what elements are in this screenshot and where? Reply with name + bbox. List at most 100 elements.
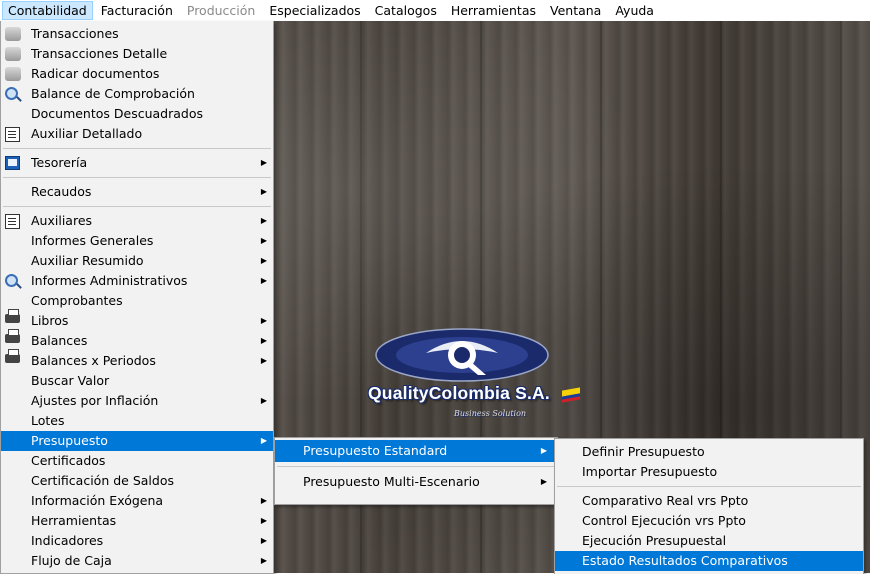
submenu-arrow-icon: ▶ [260,516,267,525]
menu-item-label: Recaudos [31,184,92,199]
menu-item-informes-administrativos[interactable]: Informes Administrativos ▶ [1,271,273,291]
transactions-icon [5,27,21,41]
menu-item-auxiliares[interactable]: Auxiliares ▶ [1,211,273,231]
menu-ayuda[interactable]: Ayuda [609,1,660,20]
menu-item-control-ejecucion[interactable]: Control Ejecución vrs Ppto [555,511,863,531]
submenu-arrow-icon: ▶ [260,436,267,445]
logo-name: QualityColombia S.A. [368,383,550,403]
menu-item-herramientas[interactable]: Herramientas ▶ [1,511,273,531]
menu-item-estado-resultados-comparativos[interactable]: Estado Resultados Comparativos [555,551,863,571]
menu-item-label: Control Ejecución vrs Ppto [582,513,746,528]
submenu-arrow-icon: ▶ [260,556,267,565]
submenu-arrow-icon: ▶ [260,336,267,345]
menu-item-balance-comprobacion[interactable]: Balance de Comprobación [1,84,273,104]
menu-item-presupuesto-estandard[interactable]: Presupuesto Estandard ▶ [275,440,557,462]
menu-item-radicar-documentos[interactable]: Radicar documentos [1,64,273,84]
printer-icon [5,349,20,363]
menu-item-label: Flujo de Caja [31,553,112,568]
menu-item-transacciones-detalle[interactable]: Transacciones Detalle [1,44,273,64]
menu-item-label: Indicadores [31,533,104,548]
menu-item-label: Transacciones Detalle [31,46,168,61]
menu-item-label: Certificados [31,453,106,468]
menu-item-definir-presupuesto[interactable]: Definir Presupuesto [555,442,863,462]
menu-separator [3,206,271,207]
submenu-arrow-icon: ▶ [260,256,267,265]
company-logo: QualityColombia S.A. Business Solution [366,325,586,435]
menu-item-label: Comprobantes [31,293,123,308]
printer-icon [5,309,20,323]
menu-facturacion[interactable]: Facturación [95,1,179,20]
submenu-arrow-icon: ▶ [540,477,547,486]
menu-separator [277,466,555,467]
submenu-arrow-icon: ▶ [260,316,267,325]
menu-especializados[interactable]: Especializados [263,1,366,20]
menu-produccion[interactable]: Producción [181,1,261,20]
menu-catalogos[interactable]: Catalogos [369,1,443,20]
menu-item-transacciones[interactable]: Transacciones [1,24,273,44]
presupuesto-submenu: Presupuesto Estandard ▶ Presupuesto Multi… [274,437,558,505]
submenu-arrow-icon: ▶ [260,536,267,545]
menu-item-buscar-valor[interactable]: Buscar Valor [1,371,273,391]
menu-item-label: Buscar Valor [31,373,110,388]
menu-item-label: Transacciones [31,26,119,41]
menu-item-indicadores[interactable]: Indicadores ▶ [1,531,273,551]
menu-item-comprobantes[interactable]: Comprobantes [1,291,273,311]
menu-item-ajustes-inflacion[interactable]: Ajustes por Inflación ▶ [1,391,273,411]
menu-item-label: Información Exógena [31,493,164,508]
menu-item-label: Certificación de Saldos [31,473,174,488]
menu-item-label: Ajustes por Inflación [31,393,159,408]
submenu-arrow-icon: ▶ [260,496,267,505]
menu-separator [3,148,271,149]
transactions-icon [5,47,21,61]
menu-item-ejecucion-presupuestal[interactable]: Ejecución Presupuestal [555,531,863,551]
menu-herramientas[interactable]: Herramientas [445,1,542,20]
submenu-arrow-icon: ▶ [540,446,547,455]
menu-item-label: Estado Resultados Comparativos [582,553,788,568]
logo-tagline: Business Solution [454,409,527,418]
menu-item-certificados[interactable]: Certificados [1,451,273,471]
menu-item-label: Libros [31,313,69,328]
document-icon [5,127,20,142]
menu-item-label: Balances x Periodos [31,353,156,368]
menu-item-label: Importar Presupuesto [582,464,718,479]
menu-item-libros[interactable]: Libros ▶ [1,309,273,331]
menu-item-auxiliar-resumido[interactable]: Auxiliar Resumido ▶ [1,251,273,271]
submenu-arrow-icon: ▶ [260,356,267,365]
contabilidad-dropdown: Transacciones Transacciones Detalle Radi… [0,21,274,574]
menu-item-documentos-descuadrados[interactable]: Documentos Descuadrados [1,104,273,124]
menu-item-label: Ejecución Presupuestal [582,533,727,548]
menu-item-label: Informes Generales [31,233,154,248]
menu-ventana[interactable]: Ventana [544,1,607,20]
menu-item-presupuesto-multi-escenario[interactable]: Presupuesto Multi-Escenario ▶ [275,471,557,493]
menu-item-comparativo-real-ppto[interactable]: Comparativo Real vrs Ppto [555,491,863,511]
menu-item-auxiliar-detallado[interactable]: Auxiliar Detallado [1,124,273,144]
menu-item-recaudos[interactable]: Recaudos ▶ [1,182,273,202]
menu-item-label: Definir Presupuesto [582,444,705,459]
menu-item-presupuesto[interactable]: Presupuesto ▶ [1,431,273,451]
menu-item-label: Auxiliar Detallado [31,126,143,141]
menu-item-label: Documentos Descuadrados [31,106,204,121]
submenu-arrow-icon: ▶ [260,216,267,225]
menu-item-lotes[interactable]: Lotes [1,411,273,431]
submenu-arrow-icon: ▶ [260,158,267,167]
menu-item-label: Informes Administrativos [31,273,188,288]
submenu-arrow-icon: ▶ [260,187,267,196]
menu-item-label: Presupuesto Estandard [303,443,448,458]
submenu-arrow-icon: ▶ [260,236,267,245]
menu-item-label: Comparativo Real vrs Ppto [582,493,749,508]
menu-item-importar-presupuesto[interactable]: Importar Presupuesto [555,462,863,482]
menu-item-label: Auxiliar Resumido [31,253,144,268]
menu-item-informes-generales[interactable]: Informes Generales ▶ [1,231,273,251]
magnifier-icon [5,274,18,287]
menu-contabilidad[interactable]: Contabilidad [2,1,93,20]
menu-item-balances-x-periodos[interactable]: Balances x Periodos ▶ [1,349,273,371]
menu-item-tesoreria[interactable]: Tesorería ▶ [1,153,273,173]
menu-item-certificacion-saldos[interactable]: Certificación de Saldos [1,471,273,491]
presupuesto-estandard-submenu: Definir Presupuesto Importar Presupuesto… [554,438,864,574]
menu-item-label: Presupuesto [31,433,108,448]
menu-item-flujo-caja[interactable]: Flujo de Caja ▶ [1,551,273,571]
menu-item-balances[interactable]: Balances ▶ [1,329,273,351]
menu-item-label: Balance de Comprobación [31,86,195,101]
menu-item-label: Herramientas [31,513,117,528]
menu-item-informacion-exogena[interactable]: Información Exógena ▶ [1,491,273,511]
